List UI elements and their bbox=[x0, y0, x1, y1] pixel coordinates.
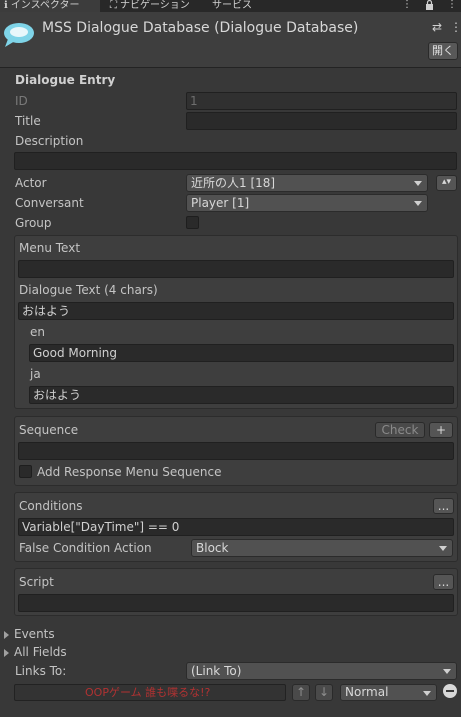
add-response-checkbox[interactable] bbox=[19, 465, 32, 478]
conversant-label: Conversant bbox=[15, 196, 84, 210]
id-label: ID bbox=[15, 94, 28, 108]
menu-text-field[interactable] bbox=[18, 260, 454, 278]
conditions-label: Conditions bbox=[19, 499, 83, 513]
tab-inspector[interactable]: ℹ インスペクター bbox=[0, 0, 100, 12]
tab-inspector-label: インスペクター bbox=[10, 0, 80, 11]
dialogue-text-panel: Menu Text Dialogue Text (4 chars) おはよう e… bbox=[14, 235, 458, 409]
all-fields-foldout[interactable]: All Fields bbox=[4, 645, 67, 659]
conditions-ellipsis-button[interactable]: ... bbox=[433, 498, 454, 514]
false-condition-value: Block bbox=[196, 541, 229, 555]
links-to-value: (Link To) bbox=[191, 664, 242, 678]
links-to-label: Links To: bbox=[15, 664, 67, 678]
group-checkbox[interactable] bbox=[186, 216, 199, 229]
dialogue-text-field[interactable]: おはよう bbox=[18, 302, 454, 320]
link-entry-text: OOPゲーム 誰も喋るな!? bbox=[85, 686, 211, 699]
lock-icon[interactable] bbox=[425, 0, 434, 12]
events-foldout[interactable]: Events bbox=[4, 627, 55, 641]
add-sequence-button[interactable]: + bbox=[429, 422, 453, 438]
actor-label: Actor bbox=[15, 176, 47, 190]
actor-dropdown[interactable]: 近所の人1 [18] bbox=[186, 174, 428, 192]
header-more-icon[interactable]: ⋮ bbox=[450, 20, 461, 34]
tab-navigation[interactable]: ⛶ ナビゲーション bbox=[110, 0, 190, 12]
chevron-down-icon bbox=[439, 546, 447, 551]
lang-ja-label: ja bbox=[30, 367, 41, 381]
tab-services-label: サービス bbox=[212, 0, 252, 11]
link-priority-dropdown[interactable]: Normal bbox=[340, 684, 437, 701]
events-label: Events bbox=[14, 627, 55, 641]
dialogue-database-icon bbox=[2, 20, 36, 48]
settings-icon[interactable]: ⇄ bbox=[432, 20, 442, 34]
links-to-dropdown[interactable]: (Link To) bbox=[186, 662, 457, 680]
false-condition-label: False Condition Action bbox=[19, 541, 152, 555]
editor-tab-bar: ℹ インスペクター ⛶ ナビゲーション サービス ⋮ ⋮ bbox=[0, 0, 461, 12]
actor-value: 近所の人1 [18] bbox=[191, 176, 276, 190]
tab-more-icon[interactable]: ⋮ bbox=[447, 0, 457, 12]
script-panel: Script ... bbox=[14, 568, 458, 616]
tab-menu-icon[interactable]: ⋮ bbox=[402, 0, 412, 12]
group-label: Group bbox=[15, 216, 52, 230]
sequence-panel: Sequence Check + Add Response Menu Seque… bbox=[14, 416, 458, 486]
id-field: 1 bbox=[186, 92, 457, 110]
conversant-value: Player [1] bbox=[191, 196, 250, 210]
sequence-field[interactable] bbox=[18, 442, 454, 460]
inspector-title: MSS Dialogue Database (Dialogue Database… bbox=[42, 20, 359, 36]
description-label: Description bbox=[15, 134, 84, 148]
lang-en-field[interactable]: Good Morning bbox=[29, 344, 454, 362]
title-label: Title bbox=[15, 114, 41, 128]
chevron-down-icon bbox=[443, 669, 451, 674]
chevron-right-icon bbox=[4, 630, 9, 639]
sequence-label: Sequence bbox=[19, 423, 79, 437]
conditions-panel: Conditions ... Variable["DayTime"] == 0 … bbox=[14, 492, 458, 562]
lang-ja-field[interactable]: おはよう bbox=[29, 386, 454, 404]
tab-navigation-label: ナビゲーション bbox=[120, 0, 190, 11]
description-field[interactable] bbox=[14, 152, 457, 170]
tab-services[interactable]: サービス bbox=[212, 0, 252, 12]
chevron-down-icon bbox=[414, 181, 422, 186]
move-up-button[interactable]: ↑ bbox=[292, 684, 310, 701]
script-label: Script bbox=[19, 575, 54, 589]
remove-link-icon[interactable] bbox=[443, 684, 457, 698]
move-down-button[interactable]: ↓ bbox=[315, 684, 333, 701]
navigation-icon: ⛶ bbox=[110, 0, 117, 11]
all-fields-label: All Fields bbox=[14, 645, 67, 659]
check-button[interactable]: Check bbox=[375, 422, 425, 438]
dialogue-text-label: Dialogue Text (4 chars) bbox=[19, 283, 158, 297]
link-priority-value: Normal bbox=[345, 685, 389, 699]
inspector-header: MSS Dialogue Database (Dialogue Database… bbox=[0, 12, 461, 68]
chevron-right-icon bbox=[4, 648, 9, 657]
title-field[interactable] bbox=[186, 112, 457, 130]
actor-spinner-button[interactable]: ▴▾ bbox=[436, 175, 457, 191]
script-ellipsis-button[interactable]: ... bbox=[433, 574, 454, 590]
link-entry-field[interactable]: OOPゲーム 誰も喋るな!? bbox=[14, 684, 286, 701]
conditions-field[interactable]: Variable["DayTime"] == 0 bbox=[18, 518, 454, 536]
chevron-down-icon bbox=[423, 691, 431, 696]
section-title: Dialogue Entry bbox=[15, 73, 116, 87]
lang-en-label: en bbox=[30, 325, 45, 339]
conversant-dropdown[interactable]: Player [1] bbox=[186, 194, 428, 212]
chevron-down-icon bbox=[414, 201, 422, 206]
add-response-label: Add Response Menu Sequence bbox=[37, 465, 222, 479]
false-condition-dropdown[interactable]: Block bbox=[191, 539, 453, 557]
info-icon: ℹ bbox=[4, 0, 8, 11]
menu-text-label: Menu Text bbox=[19, 241, 81, 255]
script-field[interactable] bbox=[18, 594, 454, 612]
open-button[interactable]: 開く bbox=[428, 42, 458, 60]
